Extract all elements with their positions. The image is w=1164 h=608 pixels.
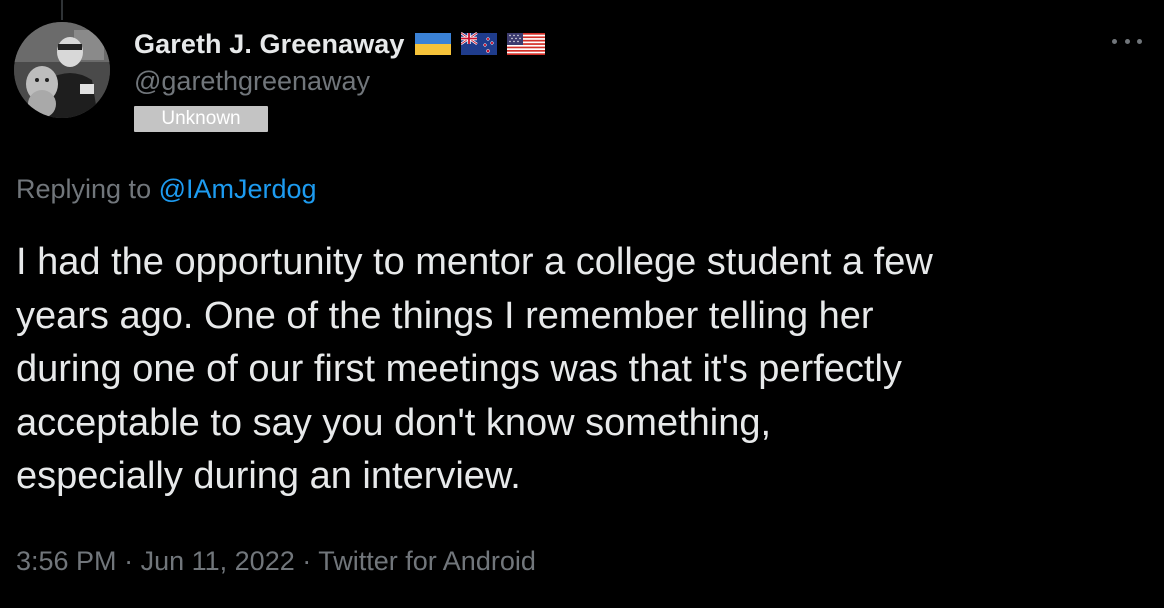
ukraine-flag-icon [414,31,451,57]
new-zealand-flag-icon [460,31,497,57]
thread-line [61,0,63,20]
meta-separator: · [124,546,134,576]
avatar[interactable] [14,22,110,118]
more-dot [1137,38,1142,44]
more-options-icon[interactable] [1112,34,1142,48]
author-display-name[interactable]: Gareth J. Greenaway [134,29,405,60]
more-dot [1112,38,1117,44]
tweet-metadata: 3:56 PM · Jun 11, 2022 · Twitter for And… [16,546,536,577]
replying-to-mention-link[interactable]: @IAmJerdog [159,174,317,204]
tweet-time-link[interactable]: 3:56 PM [16,546,117,576]
tweet-date-link[interactable]: Jun 11, 2022 [141,546,295,576]
meta-separator: · [302,546,312,576]
account-label-badge: Unknown [134,106,268,132]
author-name-row: Gareth J. Greenaway [134,24,545,64]
author-handle[interactable]: @garethgreenaway [134,66,370,97]
replying-to-line: Replying to @IAmJerdog [16,174,317,205]
usa-flag-icon [506,31,545,57]
avatar-photo-icon [14,22,110,118]
more-dot [1124,38,1130,44]
tweet-source-link[interactable]: Twitter for Android [318,546,536,576]
tweet-text: I had the opportunity to mentor a colleg… [16,241,933,497]
replying-to-prefix: Replying to [16,174,159,204]
